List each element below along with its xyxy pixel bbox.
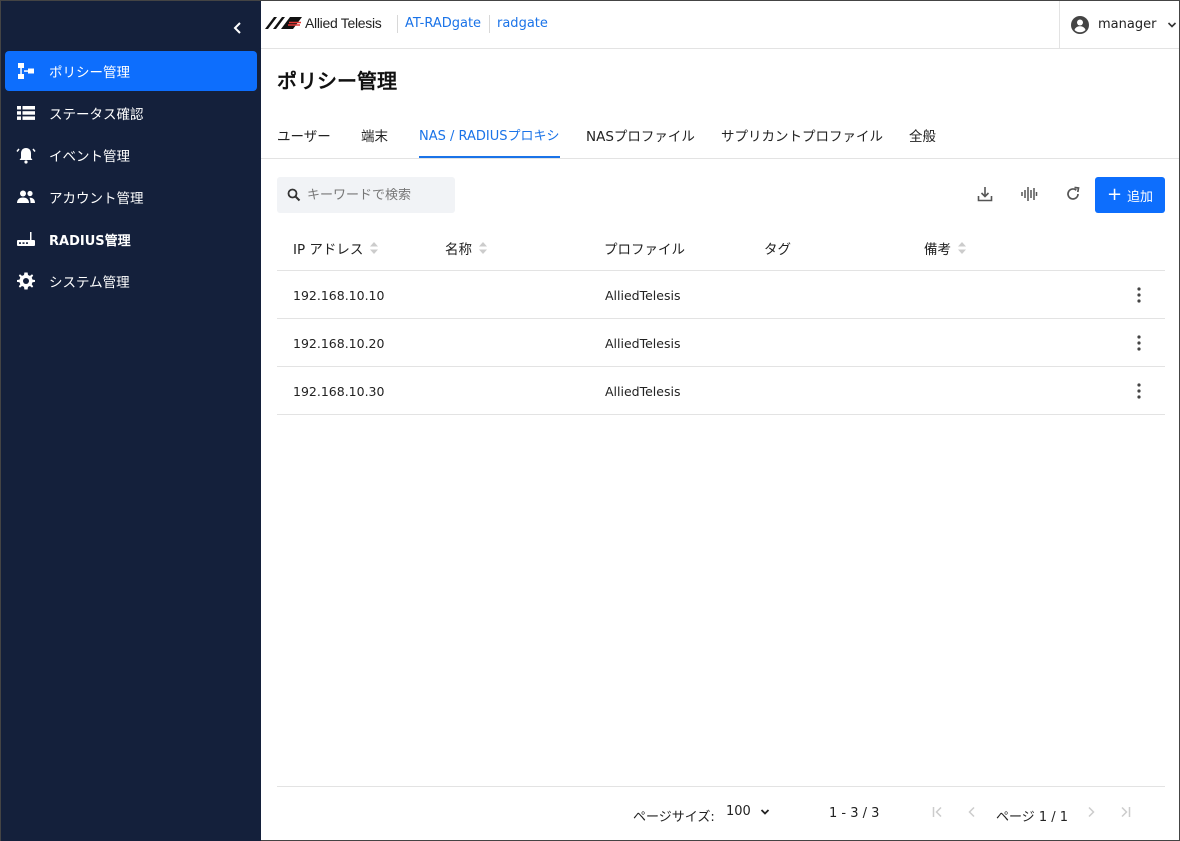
sort-icon [370,242,379,254]
sidebar-item-label: システム管理 [49,275,130,291]
last-page-button[interactable] [1117,804,1133,820]
sidebar-item-label: イベント管理 [49,149,130,165]
cell-profile: AlliedTelesis [605,288,681,303]
top-header: Allied Telesis AT-RADgate radgate manage… [261,1,1179,49]
tab-general[interactable]: 全般 [909,125,936,157]
column-header-label: プロファイル [604,242,685,258]
alarm-bell-icon [15,144,37,166]
allied-telesis-logo-icon [265,17,302,29]
gear-icon [15,270,37,292]
row-range: 1 - 3 / 3 [829,806,880,821]
download-icon [977,187,993,202]
plus-icon: + [1106,184,1123,205]
sidebar-nav: ポリシー管理 ステータス確認 イベント管理 アカウント管理 RADIUS管理 シ… [5,51,257,303]
table-row[interactable]: 192.168.10.10 AlliedTelesis [277,271,1165,319]
sort-icon [479,242,487,254]
column-header-profile: プロファイル [604,238,685,258]
user-menu[interactable]: manager [1059,1,1179,48]
sidebar-item-label: RADIUS管理 [49,233,131,249]
sidebar-item-status[interactable]: ステータス確認 [5,93,257,133]
first-page-button[interactable] [930,804,946,820]
sidebar-item-label: アカウント管理 [49,191,144,207]
column-header-label: 備考 [924,242,951,258]
footer-divider [277,786,1165,787]
tab-devices[interactable]: 端末 [361,125,388,157]
tab-nas-radius-proxy[interactable]: NAS / RADIUSプロキシ [419,125,560,158]
chevron-down-icon [760,808,769,815]
add-button[interactable]: + 追加 [1095,177,1165,213]
page-size-label: ページサイズ: [633,810,715,825]
chevron-right-icon [1088,806,1095,818]
sidebar-item-policy[interactable]: ポリシー管理 [5,51,257,91]
sidebar-item-label: ポリシー管理 [49,65,130,81]
account-circle-icon [1071,15,1089,34]
search-box [277,177,455,213]
refresh-button[interactable] [1064,185,1082,203]
tab-bar: ユーザー 端末 NAS / RADIUSプロキシ NASプロファイル サプリカン… [261,113,1179,159]
column-header-note[interactable]: 備考 [924,238,967,258]
more-vert-icon[interactable] [1133,333,1145,353]
column-header-label: タグ [764,242,791,258]
page-size-value: 100 [726,804,751,819]
sidebar-item-radius[interactable]: RADIUS管理 [5,219,257,259]
people-icon [15,186,37,208]
search-icon [287,188,301,202]
column-header-label: 名称 [445,242,472,258]
download-button[interactable] [976,185,994,203]
sort-icon [958,242,966,254]
page-size-select[interactable]: 100 [726,804,771,819]
cell-profile: AlliedTelesis [605,336,681,351]
user-name: manager [1098,17,1157,32]
last-page-icon [1121,806,1131,818]
add-button-label: 追加 [1127,189,1154,205]
page-indicator: ページ 1 / 1 [996,810,1069,825]
tab-supplicant-profile[interactable]: サプリカントプロファイル [721,125,883,157]
refresh-icon [1067,186,1080,200]
more-vert-icon[interactable] [1133,285,1145,305]
cell-ip: 192.168.10.10 [293,288,385,303]
policy-tree-icon [15,60,37,82]
list-icon [15,102,37,124]
router-icon [15,228,37,250]
collapse-sidebar-button[interactable] [227,17,249,39]
cell-ip: 192.168.10.20 [293,336,385,351]
chevron-down-icon [1168,21,1177,28]
sidebar-item-event[interactable]: イベント管理 [5,135,257,175]
next-page-button[interactable] [1083,804,1099,820]
host-link[interactable]: radgate [497,16,548,31]
prev-page-button[interactable] [964,804,980,820]
search-input[interactable] [307,187,447,203]
cell-ip: 192.168.10.30 [293,384,385,399]
waveform-icon [1021,187,1038,201]
sidebar-item-account[interactable]: アカウント管理 [5,177,257,217]
brand-logo: Allied Telesis [265,15,382,31]
header-divider [397,15,398,33]
column-header-ip[interactable]: IP アドレス [293,238,379,258]
page-title: ポリシー管理 [277,69,397,93]
column-header-label: IP アドレス [293,242,364,258]
more-vert-icon[interactable] [1133,381,1145,401]
tab-nas-profile[interactable]: NASプロファイル [586,125,695,157]
product-link[interactable]: AT-RADgate [405,16,481,31]
column-header-name[interactable]: 名称 [445,238,488,258]
tab-users[interactable]: ユーザー [277,125,331,157]
sidebar: ポリシー管理 ステータス確認 イベント管理 アカウント管理 RADIUS管理 シ… [1,1,261,841]
chevron-left-icon [233,22,241,34]
header-divider [489,15,490,33]
table-row[interactable]: 192.168.10.30 AlliedTelesis [277,367,1165,415]
column-header-tag: タグ [764,238,791,258]
table-row[interactable]: 192.168.10.20 AlliedTelesis [277,319,1165,367]
sidebar-item-label: ステータス確認 [49,107,144,123]
cell-profile: AlliedTelesis [605,384,681,399]
sidebar-item-system[interactable]: システム管理 [5,261,257,301]
density-button[interactable] [1020,185,1038,203]
first-page-icon [932,806,942,818]
brand-name: Allied Telesis [305,15,382,31]
chevron-left-icon [968,806,975,818]
